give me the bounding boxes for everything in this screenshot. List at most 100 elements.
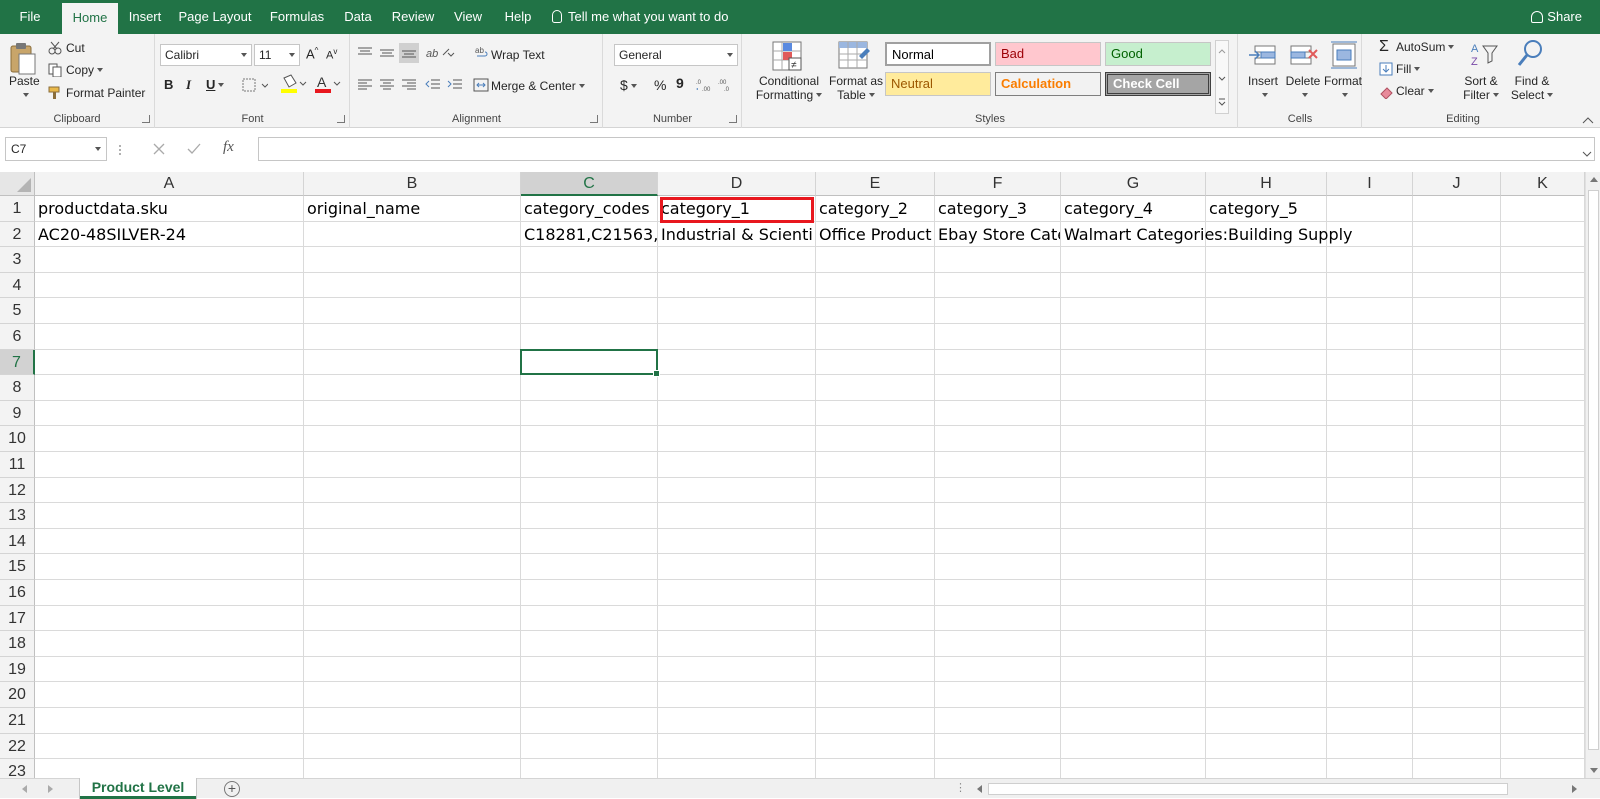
spreadsheet-grid[interactable]: A B C D E F G H I J K 1 2 3 4 5 6 7 8 9 10 11 12 13 14 15 16 17 18 19…	[0, 172, 1585, 778]
row-header-19[interactable]: 19	[0, 656, 35, 683]
align-center-icon[interactable]	[379, 78, 395, 95]
alignment-launcher[interactable]	[590, 115, 598, 123]
style-check-cell[interactable]: Check Cell	[1105, 72, 1211, 96]
font-size-select[interactable]: 11	[254, 44, 300, 66]
sort-filter-button[interactable]: Sort & Filter	[1459, 74, 1503, 102]
insert-function-button[interactable]: fx	[223, 139, 234, 156]
tab-review[interactable]: Review	[384, 0, 442, 34]
fill-button[interactable]: Fill	[1396, 62, 1421, 76]
row-header-1[interactable]: 1	[0, 196, 35, 222]
tab-help[interactable]: Help	[494, 0, 542, 34]
styles-gallery-scroll[interactable]	[1215, 40, 1229, 114]
conditional-formatting-button[interactable]: Conditional Formatting	[751, 74, 827, 102]
column-header-g[interactable]: G	[1061, 172, 1206, 196]
bold-button[interactable]: B	[164, 77, 173, 92]
cell-d2[interactable]: Industrial & Scienti	[658, 222, 815, 248]
row-header-22[interactable]: 22	[0, 733, 35, 760]
clear-button[interactable]: Clear	[1396, 84, 1434, 98]
add-sheet-button[interactable]: +	[224, 781, 240, 797]
row-header-6[interactable]: 6	[0, 324, 35, 350]
style-normal[interactable]: Normal	[885, 42, 991, 66]
column-header-f[interactable]: F	[935, 172, 1061, 196]
cell-e1[interactable]: category_2	[816, 196, 934, 222]
tab-formulas[interactable]: Formulas	[262, 0, 332, 34]
row-header-3[interactable]: 3	[0, 247, 35, 273]
style-calculation[interactable]: Calculation	[995, 72, 1101, 96]
row-header-12[interactable]: 12	[0, 477, 35, 504]
increase-indent-icon[interactable]	[447, 78, 463, 95]
cell-c1[interactable]: category_codes	[521, 196, 657, 222]
row-header-10[interactable]: 10	[0, 426, 35, 452]
column-header-h[interactable]: H	[1206, 172, 1327, 196]
vertical-scroll-thumb[interactable]	[1588, 190, 1599, 750]
column-header-d[interactable]: D	[658, 172, 816, 196]
row-header-16[interactable]: 16	[0, 580, 35, 606]
scroll-up-icon[interactable]	[1590, 177, 1598, 182]
expand-formula-bar-icon[interactable]	[1582, 146, 1592, 160]
column-header-a[interactable]: A	[35, 172, 304, 196]
format-cells-button[interactable]: Format	[1323, 74, 1363, 102]
column-header-k[interactable]: K	[1501, 172, 1585, 196]
shrink-font-button[interactable]: Av	[326, 47, 337, 62]
row-header-14[interactable]: 14	[0, 528, 35, 555]
tab-home[interactable]: Home	[62, 3, 118, 34]
row-header-11[interactable]: 11	[0, 452, 35, 478]
vertical-scrollbar[interactable]	[1585, 172, 1600, 778]
sheet-tab-product-level[interactable]: Product Level	[80, 778, 196, 799]
cell-g2[interactable]: Walmart Categories:Building Supply	[1061, 222, 1584, 248]
row-header-21[interactable]: 21	[0, 708, 35, 734]
insert-cells-button[interactable]: Insert	[1245, 74, 1281, 102]
increase-decimal-icon[interactable]: .0.00	[696, 78, 714, 95]
row-header-23[interactable]: 23	[0, 759, 35, 778]
delete-cells-button[interactable]: Delete	[1283, 74, 1323, 102]
middle-align-icon[interactable]	[379, 46, 395, 63]
enter-check-icon[interactable]	[187, 143, 201, 155]
cell-b1[interactable]: original_name	[304, 196, 520, 222]
cell-h1[interactable]: category_5	[1206, 196, 1584, 222]
top-align-icon[interactable]	[357, 46, 373, 63]
row-header-9[interactable]: 9	[0, 400, 35, 427]
row-header-17[interactable]: 17	[0, 605, 35, 632]
find-select-button[interactable]: Find & Select	[1507, 74, 1557, 102]
row-header-18[interactable]: 18	[0, 631, 35, 657]
horizontal-scroll-thumb[interactable]	[988, 783, 1508, 795]
copy-button[interactable]: Copy	[66, 63, 104, 77]
paste-dropdown[interactable]	[20, 88, 29, 102]
share-button[interactable]: Share	[1531, 0, 1582, 34]
row-header-5[interactable]: 5	[0, 298, 35, 324]
font-family-select[interactable]: Calibri	[160, 44, 252, 66]
comma-button[interactable]: 9	[676, 75, 684, 91]
tab-data[interactable]: Data	[338, 0, 378, 34]
collapse-ribbon-icon[interactable]	[1582, 114, 1594, 128]
number-launcher[interactable]	[729, 115, 737, 123]
formula-bar-splitter-icon[interactable]	[118, 144, 122, 159]
cell-f1[interactable]: category_3	[935, 196, 1060, 222]
style-neutral[interactable]: Neutral	[885, 72, 991, 96]
underline-button[interactable]: U	[206, 77, 225, 92]
tell-me-search[interactable]: Tell me what you want to do	[552, 0, 728, 34]
row-header-13[interactable]: 13	[0, 503, 35, 529]
row-header-15[interactable]: 15	[0, 554, 35, 580]
bottom-align-icon[interactable]	[399, 43, 419, 63]
wrap-text-button[interactable]: Wrap Text	[491, 48, 545, 62]
grow-font-button[interactable]: A^	[306, 46, 318, 61]
fill-color-icon[interactable]	[280, 74, 308, 97]
align-right-icon[interactable]	[401, 78, 417, 95]
row-header-20[interactable]: 20	[0, 682, 35, 708]
cell-a1[interactable]: productdata.sku	[35, 196, 303, 222]
scroll-left-icon[interactable]	[977, 785, 982, 793]
cell-f2[interactable]: Ebay Store Cate	[935, 222, 1060, 248]
format-as-table-button[interactable]: Format as Table	[823, 74, 889, 102]
cancel-icon[interactable]	[153, 143, 165, 155]
number-format-select[interactable]: General	[614, 44, 738, 66]
column-header-b[interactable]: B	[304, 172, 521, 196]
formula-input[interactable]	[258, 137, 1595, 161]
orientation-icon[interactable]: ab	[425, 45, 455, 64]
column-header-j[interactable]: J	[1413, 172, 1501, 196]
align-left-icon[interactable]	[357, 78, 373, 95]
cell-g1[interactable]: category_4	[1061, 196, 1205, 222]
prev-sheet-icon[interactable]	[22, 785, 27, 793]
name-box[interactable]: C7	[5, 137, 107, 161]
select-all-corner[interactable]	[0, 172, 35, 196]
cut-button[interactable]: Cut	[66, 41, 85, 55]
